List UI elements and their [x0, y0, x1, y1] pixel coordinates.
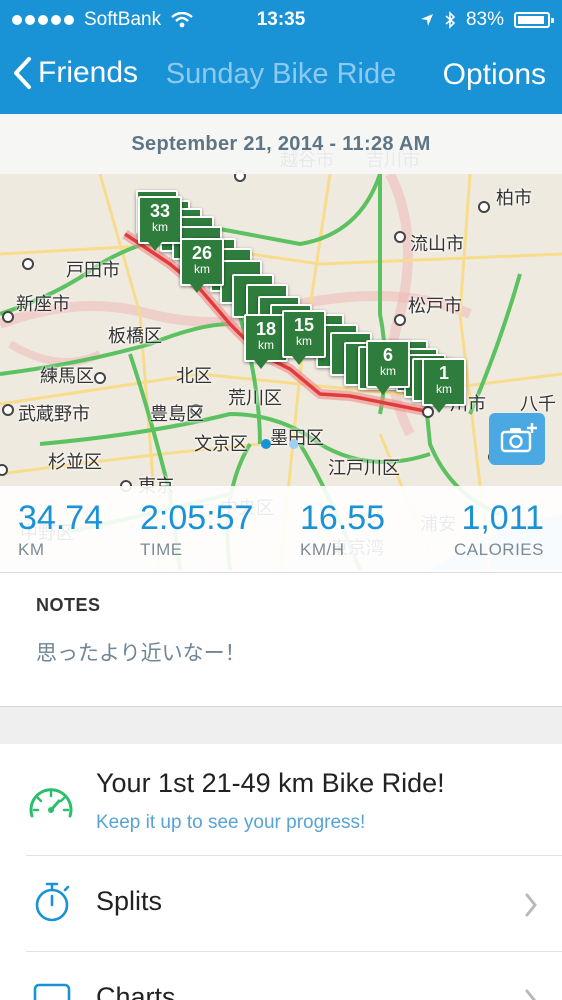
km-marker-unit: km — [380, 364, 396, 378]
km-marker-value: 6 — [382, 345, 393, 365]
km-marker[interactable]: 15 km — [282, 310, 326, 365]
stat-distance-label: KM — [18, 540, 45, 559]
map-place-label: 北区 — [176, 366, 212, 387]
speedometer-icon — [29, 788, 73, 818]
stopwatch-icon — [35, 882, 70, 922]
map-place-label: 文京区 — [194, 434, 248, 455]
options-button[interactable]: Options — [443, 58, 546, 92]
map-place-label: 武蔵野市 — [18, 404, 90, 425]
stat-calories-label: CALORIES — [454, 540, 544, 559]
charts-label: Charts — [96, 982, 176, 1000]
map-place-label: 江戸川区 — [328, 458, 400, 479]
km-marker-value: 33 — [149, 201, 171, 221]
km-marker-value: 15 — [293, 315, 315, 335]
route-map[interactable]: 戸田市新座市板橋区練馬区北区荒川区武蔵野市豊島区文京区墨田区杉並区東京江戸川区柏… — [0, 114, 562, 570]
nav-bar: Friends Sunday Bike Ride Options — [0, 38, 562, 114]
activity-date: September 21, 2014 - 11:28 AM — [131, 133, 431, 155]
achievement-title: Your 1st 21-49 km Bike Ride! — [96, 768, 445, 798]
stat-time-value: 2:05:57 — [140, 499, 254, 537]
map-place-label: 練馬区 — [40, 366, 94, 387]
notes-text: 思ったより近いなー！ — [36, 641, 246, 665]
map-place-label: 板橋区 — [108, 326, 162, 347]
map-place-label: 戸田市 — [66, 260, 120, 281]
chart-icon — [33, 983, 71, 1000]
stat-time-label: TIME — [140, 540, 183, 559]
km-marker-unit: km — [194, 262, 210, 276]
km-marker-unit: km — [152, 220, 168, 234]
notes-section: NOTES 思ったより近いなー！ — [0, 572, 562, 707]
km-marker[interactable]: 33 km — [138, 196, 182, 251]
splits-row[interactable]: Splits — [0, 856, 562, 952]
battery-icon — [514, 12, 554, 28]
km-marker-value: 26 — [191, 243, 213, 263]
stat-speed-label: KM/H — [300, 540, 345, 559]
km-marker-unit: km — [436, 382, 452, 396]
km-marker-unit: km — [258, 338, 274, 352]
achievement-subtitle: Keep it up to see your progress! — [96, 812, 366, 833]
map-place-label: 杉並区 — [48, 452, 102, 473]
stat-speed-value: 16.55 — [300, 499, 386, 537]
map-place-label: 流山市 — [410, 234, 464, 255]
notes-heading: NOTES — [36, 595, 101, 615]
km-marker[interactable]: 1 km — [422, 358, 466, 413]
map-place-label: 柏市 — [496, 188, 532, 209]
stat-calories: 1,011 CALORIES — [454, 500, 544, 560]
stat-speed: 16.55 KM/H — [300, 500, 385, 560]
date-bar: September 21, 2014 - 11:28 AM — [0, 114, 562, 174]
stat-distance-value: 34.74 — [18, 499, 104, 537]
map-pager-dots[interactable] — [258, 437, 298, 451]
km-marker-value: 1 — [438, 363, 449, 383]
status-bar: SoftBank 13:35 83% — [0, 0, 562, 38]
location-arrow-icon — [420, 14, 433, 26]
add-photo-button[interactable] — [489, 413, 545, 465]
stats-bar: 34.74 KM 2:05:57 TIME 16.55 KM/H 1,011 C… — [0, 486, 562, 570]
chevron-right-icon — [525, 893, 537, 917]
section-divider — [0, 706, 562, 745]
charts-row[interactable]: Charts — [0, 952, 562, 1000]
battery-percent: 83% — [465, 9, 504, 30]
map-place-label: 豊島区 — [150, 404, 204, 425]
stat-calories-value: 1,011 — [461, 499, 544, 537]
bluetooth-icon — [445, 11, 456, 29]
km-marker[interactable]: 26 km — [180, 238, 224, 293]
map-place-label: 新座市 — [16, 294, 70, 315]
camera-icon — [500, 423, 537, 453]
km-marker-value: 18 — [255, 319, 277, 339]
chevron-right-icon — [525, 989, 537, 1000]
map-place-label: 松戸市 — [408, 296, 462, 317]
map-place-label: 荒川区 — [228, 388, 282, 409]
stat-distance: 34.74 KM — [18, 500, 103, 560]
km-marker-unit: km — [296, 334, 312, 348]
splits-label: Splits — [96, 886, 163, 916]
achievement-row[interactable]: Your 1st 21-49 km Bike Ride! Keep it up … — [0, 744, 562, 856]
km-marker[interactable]: 6 km — [366, 340, 410, 395]
stat-time: 2:05:57 TIME — [140, 500, 253, 560]
